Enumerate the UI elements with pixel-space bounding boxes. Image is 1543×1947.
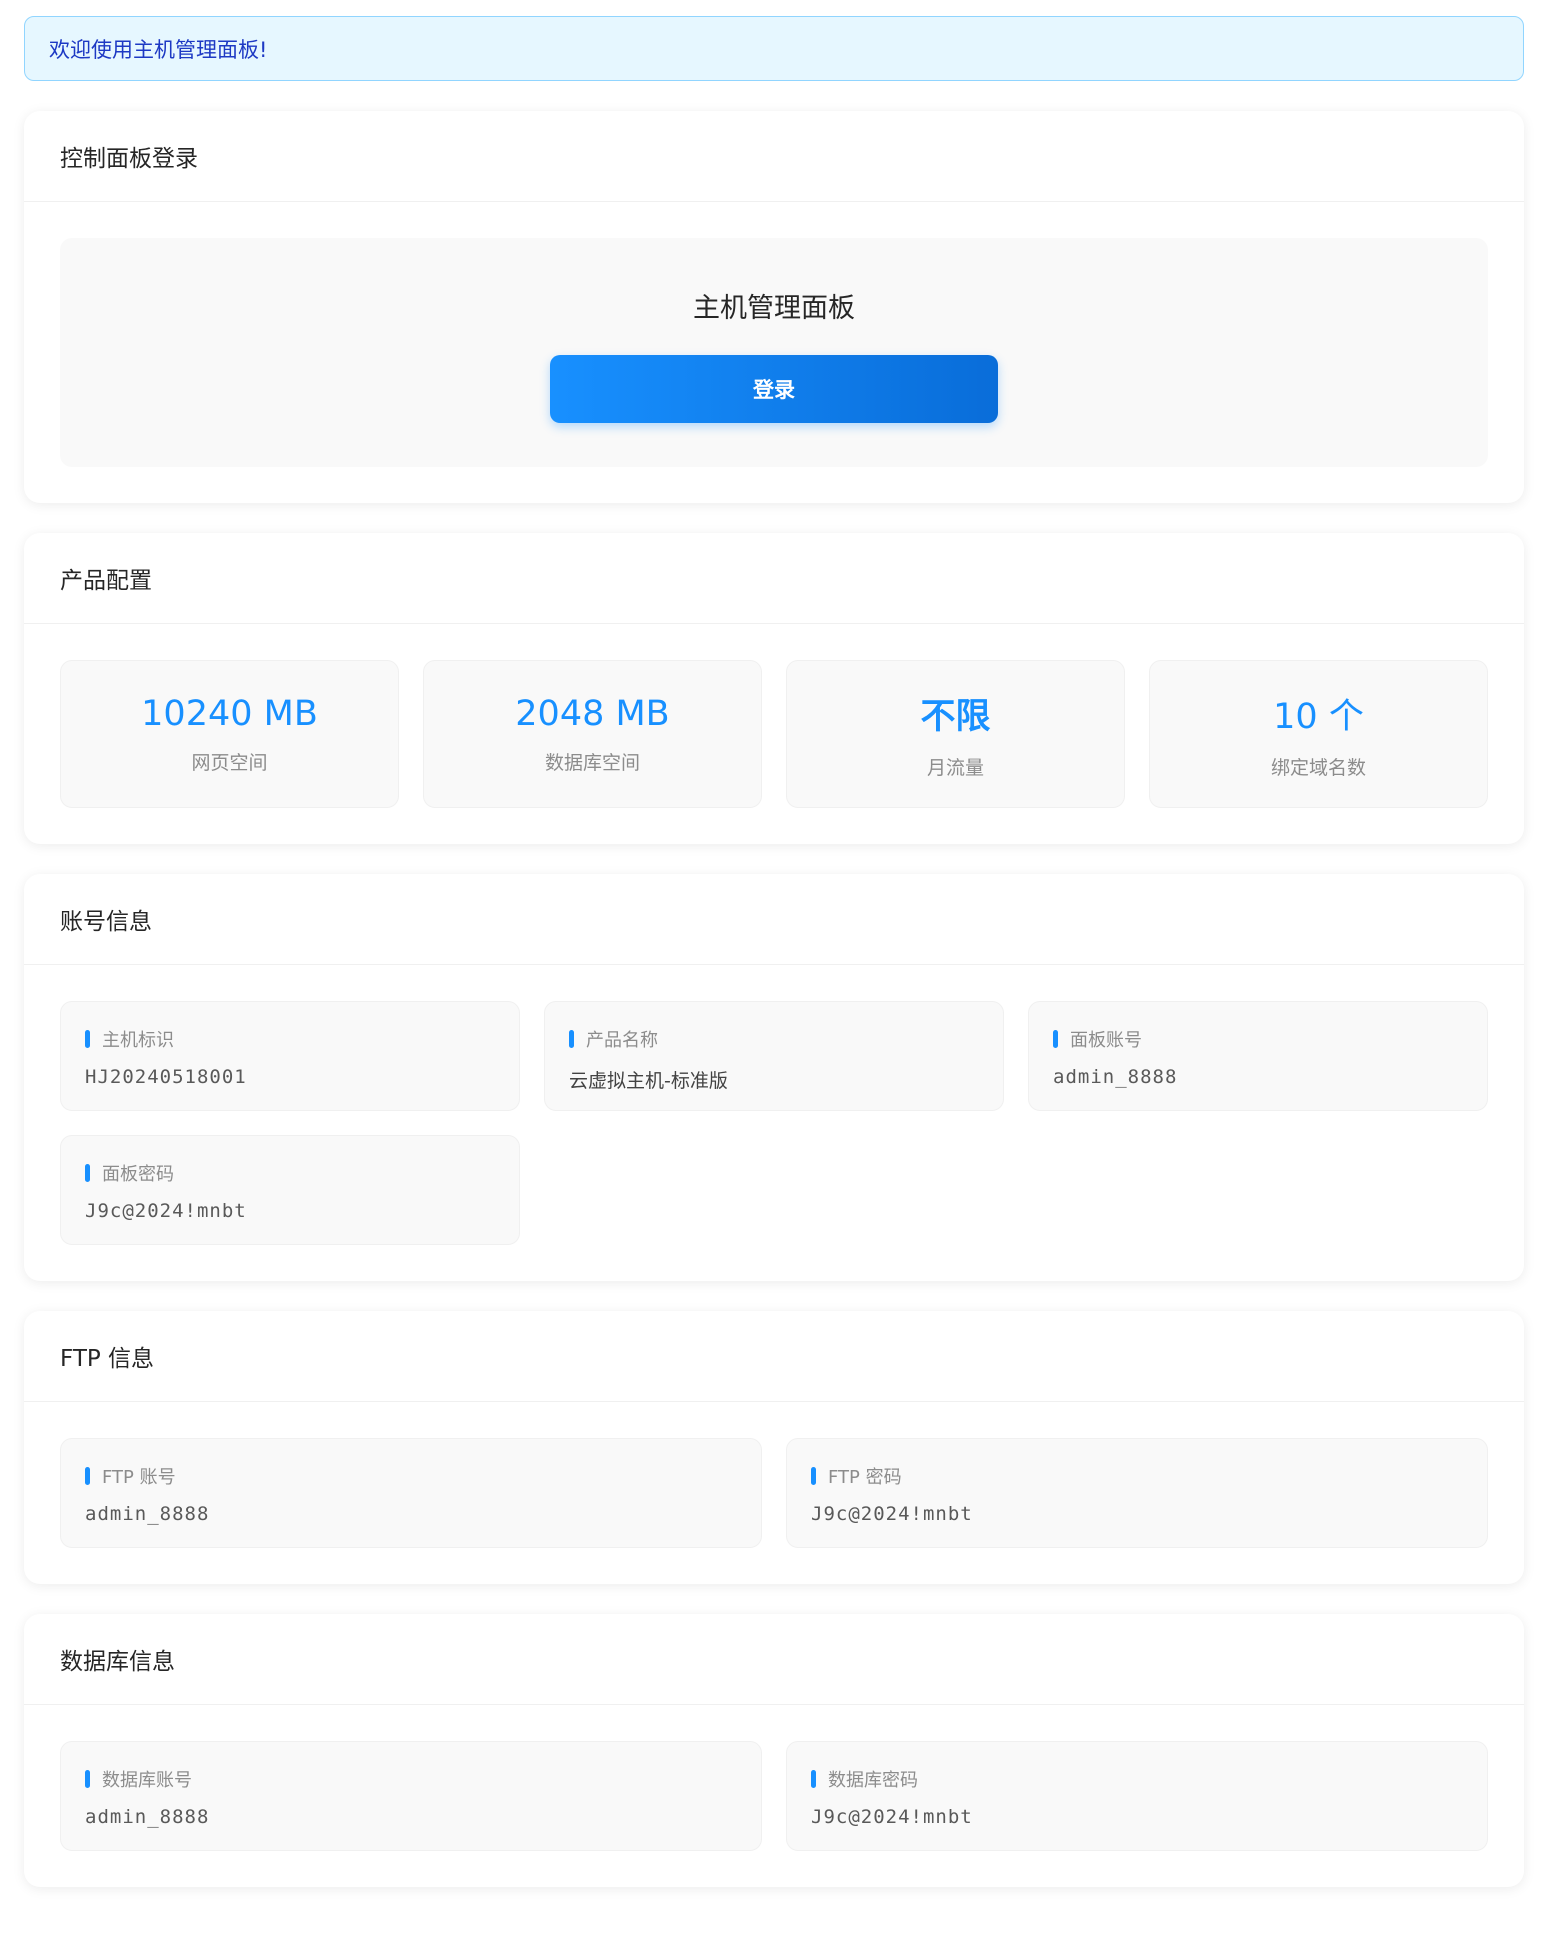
account-info-card: 账号信息 主机标识 HJ20240518001 产品名称 云虚拟主机-标准版 面… xyxy=(24,874,1524,1281)
info-value: J9c@2024!mnbt xyxy=(85,1200,247,1222)
info-label-text: 面板密码 xyxy=(102,1164,174,1185)
info-item-db-password: 数据库密码 J9c@2024!mnbt xyxy=(786,1741,1488,1851)
stat-label: 网页空间 xyxy=(191,751,268,774)
db-info-body: 数据库账号 admin_8888 数据库密码 J9c@2024!mnbt xyxy=(24,1705,1524,1887)
info-label-text: 数据库账号 xyxy=(102,1770,192,1791)
info-label: 面板密码 xyxy=(85,1160,495,1186)
ftp-info-body: FTP 账号 admin_8888 FTP 密码 J9c@2024!mnbt xyxy=(24,1402,1524,1584)
login-box: 主机管理面板 登录 xyxy=(60,238,1488,467)
account-info-grid: 主机标识 HJ20240518001 产品名称 云虚拟主机-标准版 面板账号 a… xyxy=(60,1001,1488,1245)
stat-label: 绑定域名数 xyxy=(1270,757,1366,779)
welcome-alert: 欢迎使用主机管理面板! xyxy=(24,16,1524,81)
label-bar xyxy=(569,1030,574,1048)
info-item-panel-account: 面板账号 admin_8888 xyxy=(1028,1001,1488,1111)
stats-grid: 10240 MB 网页空间 2048 MB 数据库空间 不限 月流量 10 个 … xyxy=(60,660,1488,808)
info-label: FTP 账号 xyxy=(85,1463,737,1489)
info-item-panel-password: 面板密码 J9c@2024!mnbt xyxy=(60,1135,520,1245)
label-bar xyxy=(85,1164,90,1182)
ftp-info-grid: FTP 账号 admin_8888 FTP 密码 J9c@2024!mnbt xyxy=(60,1438,1488,1548)
info-label-text: 主机标识 xyxy=(102,1030,174,1051)
info-label: 数据库账号 xyxy=(85,1766,737,1792)
info-label: 面板账号 xyxy=(1053,1026,1463,1052)
info-value: J9c@2024!mnbt xyxy=(811,1806,973,1828)
product-config-card: 产品配置 10240 MB 网页空间 2048 MB 数据库空间 不限 月流量 … xyxy=(24,533,1524,844)
info-label-text: FTP 账号 xyxy=(102,1467,176,1488)
account-info-body: 主机标识 HJ20240518001 产品名称 云虚拟主机-标准版 面板账号 a… xyxy=(24,965,1524,1281)
login-card-body: 主机管理面板 登录 xyxy=(24,202,1524,503)
page: 欢迎使用主机管理面板! 控制面板登录 主机管理面板 登录 产品配置 10240 … xyxy=(0,0,1543,1947)
label-bar xyxy=(85,1770,90,1788)
login-button[interactable]: 登录 xyxy=(550,355,998,423)
info-item-ftp-account: FTP 账号 admin_8888 xyxy=(60,1438,762,1548)
info-item-db-account: 数据库账号 admin_8888 xyxy=(60,1741,762,1851)
stat-label: 月流量 xyxy=(926,757,984,779)
stat-web-space: 10240 MB 网页空间 xyxy=(60,660,399,808)
login-card-title: 控制面板登录 xyxy=(24,111,1524,202)
label-bar xyxy=(85,1030,90,1048)
stat-value: 2048 MB xyxy=(515,693,670,734)
info-label-text: FTP 密码 xyxy=(828,1467,902,1488)
info-value: admin_8888 xyxy=(85,1806,210,1828)
info-value: admin_8888 xyxy=(85,1503,210,1525)
login-card: 控制面板登录 主机管理面板 登录 xyxy=(24,111,1524,503)
welcome-alert-text: 欢迎使用主机管理面板! xyxy=(49,37,268,62)
label-bar xyxy=(811,1770,816,1788)
info-label-text: 面板账号 xyxy=(1070,1030,1142,1051)
info-value: 云虚拟主机-标准版 xyxy=(569,1070,728,1092)
stat-db-space: 2048 MB 数据库空间 xyxy=(423,660,762,808)
ftp-info-title: FTP 信息 xyxy=(24,1311,1524,1402)
product-config-body: 10240 MB 网页空间 2048 MB 数据库空间 不限 月流量 10 个 … xyxy=(24,624,1524,844)
stat-monthly-traffic: 不限 月流量 xyxy=(786,660,1125,808)
info-label-text: 产品名称 xyxy=(586,1030,658,1051)
info-label: 产品名称 xyxy=(569,1026,979,1052)
label-bar xyxy=(1053,1030,1058,1048)
account-info-title: 账号信息 xyxy=(24,874,1524,965)
stat-value: 10 个 xyxy=(1273,697,1364,737)
info-value: HJ20240518001 xyxy=(85,1066,247,1088)
info-label: 数据库密码 xyxy=(811,1766,1463,1792)
info-value: J9c@2024!mnbt xyxy=(811,1503,973,1525)
db-info-card: 数据库信息 数据库账号 admin_8888 数据库密码 J9c@2024!mn… xyxy=(24,1614,1524,1887)
product-config-title: 产品配置 xyxy=(24,533,1524,624)
info-item-ftp-password: FTP 密码 J9c@2024!mnbt xyxy=(786,1438,1488,1548)
db-info-title: 数据库信息 xyxy=(24,1614,1524,1705)
info-value: admin_8888 xyxy=(1053,1066,1178,1088)
ftp-info-card: FTP 信息 FTP 账号 admin_8888 FTP 密码 J9c@2024… xyxy=(24,1311,1524,1584)
db-info-grid: 数据库账号 admin_8888 数据库密码 J9c@2024!mnbt xyxy=(60,1741,1488,1851)
info-label: FTP 密码 xyxy=(811,1463,1463,1489)
info-label: 主机标识 xyxy=(85,1026,495,1052)
info-label-text: 数据库密码 xyxy=(828,1770,918,1791)
label-bar xyxy=(85,1467,90,1485)
stat-domains: 10 个 绑定域名数 xyxy=(1149,660,1488,808)
info-item-host-id: 主机标识 HJ20240518001 xyxy=(60,1001,520,1111)
stat-value: 10240 MB xyxy=(141,693,318,734)
info-item-product-name: 产品名称 云虚拟主机-标准版 xyxy=(544,1001,1004,1111)
stat-value: 不限 xyxy=(920,697,991,737)
label-bar xyxy=(811,1467,816,1485)
panel-title: 主机管理面板 xyxy=(693,293,855,324)
stat-label: 数据库空间 xyxy=(544,751,640,774)
